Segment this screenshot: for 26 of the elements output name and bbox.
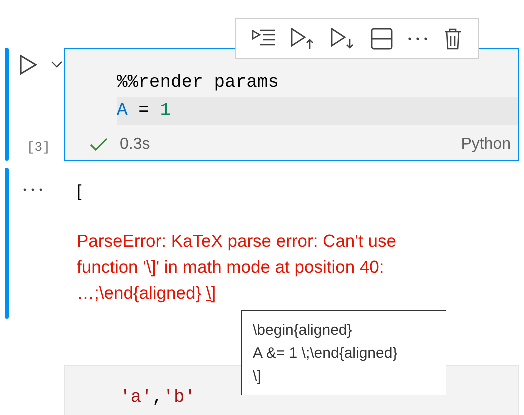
output-text: [ xyxy=(77,182,83,202)
tooltip-text: \begin{aligned} xyxy=(253,321,354,341)
chevron-down-icon[interactable] xyxy=(51,61,63,69)
run-icon[interactable] xyxy=(19,54,39,76)
more-icon[interactable] xyxy=(23,188,43,192)
language-label[interactable]: Python xyxy=(461,136,511,154)
code-token: A xyxy=(117,101,128,121)
run-above-icon[interactable] xyxy=(291,28,316,50)
code-token: 'a' xyxy=(120,388,152,408)
run-below-icon[interactable] xyxy=(331,28,356,50)
code-token: %%render params xyxy=(117,73,280,93)
code-token: 1 xyxy=(160,101,172,121)
execution-count: [3] xyxy=(26,140,50,157)
error-link[interactable]: \] xyxy=(206,283,216,303)
error-message: ParseError: KaTeX parse error: Can't use function '\]' in math mode at position 40: …;\end{aligned} \] xyxy=(77,230,398,305)
tooltip-text: A &= 1 \;\end{aligned} xyxy=(253,344,399,364)
split-cell-icon[interactable] xyxy=(370,28,393,50)
delete-icon[interactable] xyxy=(444,28,462,50)
code-editor[interactable]: %%render params A = 1 0.3s Python xyxy=(64,48,519,161)
code-token: , xyxy=(152,388,164,408)
execution-time: 0.3s xyxy=(120,136,150,154)
more-icon[interactable] xyxy=(408,36,428,40)
code-token: = xyxy=(138,101,150,121)
run-by-line-icon[interactable] xyxy=(252,28,276,48)
code-token: 'b' xyxy=(163,388,196,408)
tooltip-text: \] xyxy=(253,367,262,387)
